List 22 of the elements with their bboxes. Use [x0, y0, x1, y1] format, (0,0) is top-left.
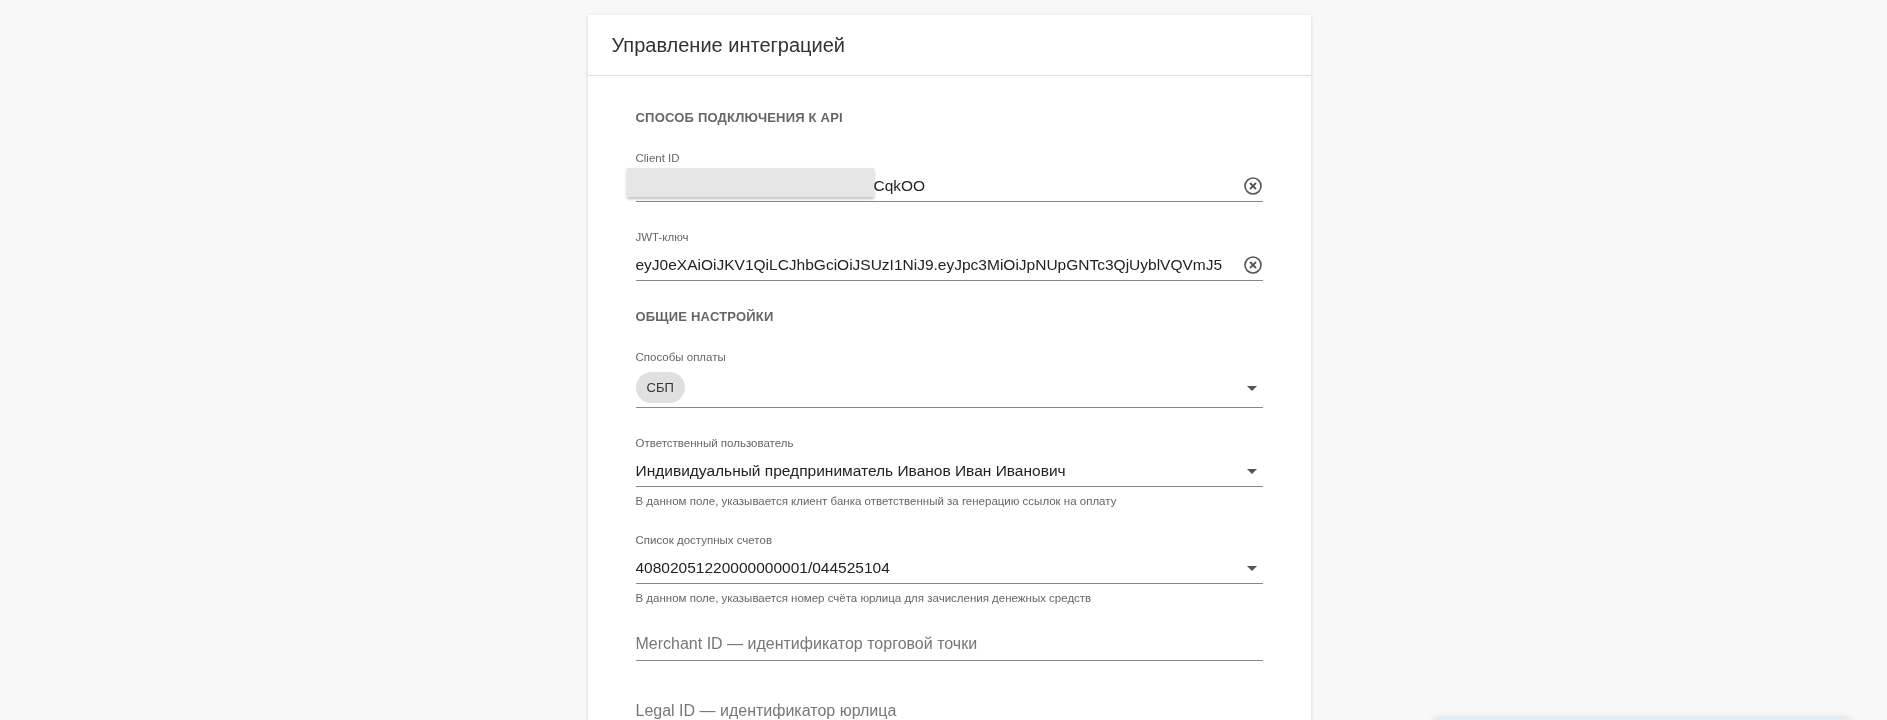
section-title: ОБЩИЕ НАСТРОЙКИ [635, 309, 775, 324]
section-title: СПОСОБ ПОДКЛЮЧЕНИЯ К API [635, 110, 844, 125]
field-label: Список доступных счетов [635, 533, 774, 547]
field-label: Ответственный пользователь [635, 436, 795, 450]
dropdown-caret-icon[interactable] [1246, 565, 1257, 571]
field-label: Способы оплаты [635, 350, 727, 364]
select-field[interactable]: 40802051220000000001/044525104 [635, 553, 1263, 584]
helper-text: В данном поле, указывается номер счёта юрлица для зачисления денежных средств [635, 592, 1093, 604]
text-field[interactable]: eyJ0eXAiOiJKV1QiLCJhbGciOiJSUzI1NiJ9.eyJpc3MiOiJpNUpGNTc3QjUyblVQVmJ5 [635, 250, 1263, 281]
helper-text: В данном поле, указывается клиент банка ответственный за генерацию ссылок на оплату [635, 495, 1118, 507]
input-field[interactable]: Merchant ID — идентификатор торговой точки [635, 630, 1263, 661]
field-label: JWT-ключ [635, 230, 690, 244]
select-field[interactable]: СБП [635, 370, 1263, 408]
dropdown-caret-icon[interactable] [1246, 386, 1257, 391]
card-title: Управление интеграцией [611, 33, 845, 57]
select-field[interactable]: Индивидуальный предприниматель Иванов Иван Иванович [635, 456, 1263, 487]
chip[interactable]: СБП [635, 372, 685, 403]
input-field[interactable]: Legal ID — идентификатор юрлица [635, 697, 1263, 720]
clear-icon[interactable] [1242, 255, 1263, 275]
dropdown-caret-icon[interactable] [1246, 468, 1257, 474]
clear-icon[interactable] [1242, 176, 1263, 196]
field-label: Client ID [635, 151, 681, 165]
